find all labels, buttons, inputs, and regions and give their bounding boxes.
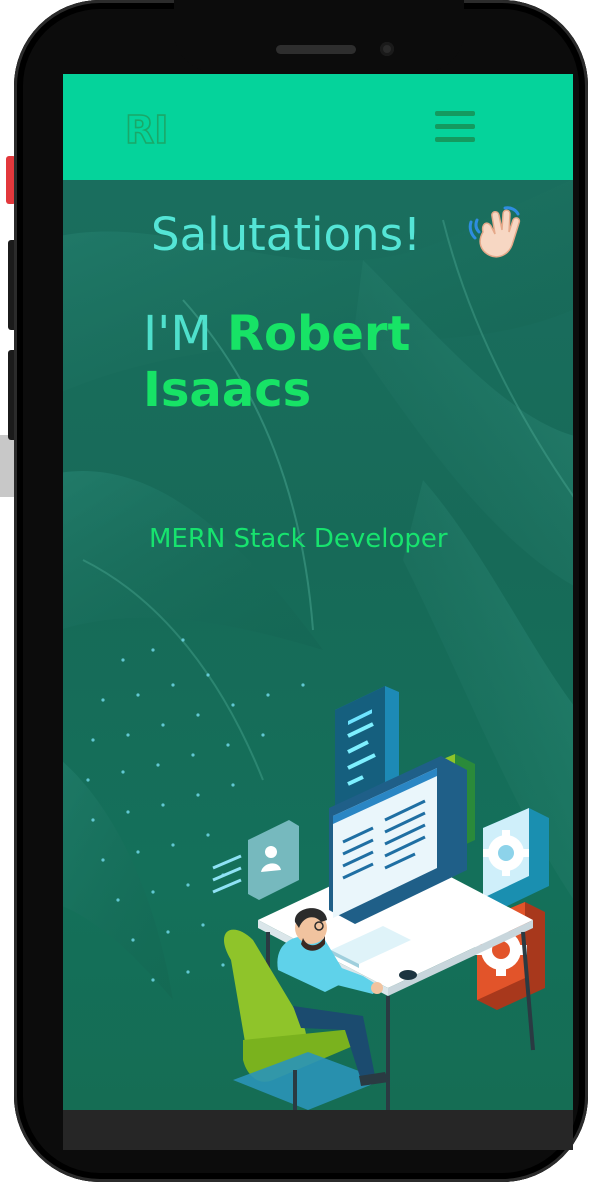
mouse [399, 970, 417, 980]
profile-card [212, 820, 299, 900]
bottom-bar [63, 1110, 573, 1150]
svg-text:RI: RI [125, 110, 168, 150]
developer-at-computer-illustration [86, 638, 549, 1110]
speaker-grille [276, 45, 356, 54]
blue-gear-tile [483, 808, 549, 908]
phone-frame: RI Salutations! I'M Robert Isaacs MERN S… [14, 0, 588, 1182]
phone-screen: RI Salutations! I'M Robert Isaacs MERN S… [63, 74, 573, 1150]
front-camera [380, 42, 394, 56]
phone-notch [174, 0, 464, 72]
site-header: RI [63, 74, 573, 180]
hamburger-menu-icon[interactable] [435, 111, 477, 145]
logo[interactable]: RI [125, 110, 195, 150]
background-strip [0, 435, 14, 497]
